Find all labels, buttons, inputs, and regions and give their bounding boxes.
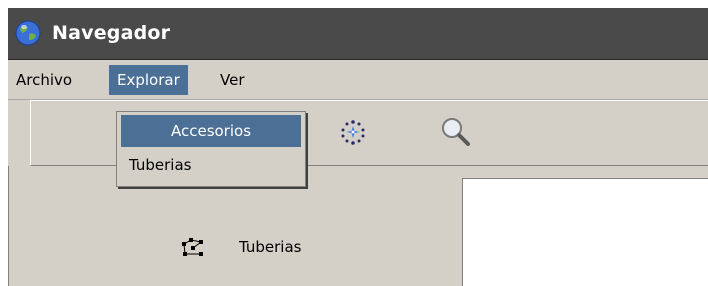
explorar-dropdown-menu: Accesorios Tuberias xyxy=(116,111,306,187)
network-sparkle-icon[interactable] xyxy=(339,118,367,146)
title-bar[interactable]: Navegador xyxy=(8,8,708,60)
app-window: Navegador Archivo Explorar Ver Tuberias … xyxy=(8,8,708,286)
content-panel[interactable] xyxy=(462,178,708,286)
pipe-network-icon xyxy=(182,238,203,256)
dropdown-item-tuberias[interactable]: Tuberias xyxy=(121,149,301,181)
dropdown-item-accesorios[interactable]: Accesorios xyxy=(121,115,301,147)
globe-icon xyxy=(15,20,41,46)
menu-ver[interactable]: Ver xyxy=(212,65,253,95)
tree-item-label: Tuberias xyxy=(239,238,302,256)
magnifier-icon[interactable] xyxy=(439,115,473,149)
menu-explorar[interactable]: Explorar xyxy=(109,65,188,95)
menu-archivo[interactable]: Archivo xyxy=(8,65,80,95)
menu-bar: Archivo Explorar Ver xyxy=(8,60,708,100)
window-title: Navegador xyxy=(52,22,171,44)
